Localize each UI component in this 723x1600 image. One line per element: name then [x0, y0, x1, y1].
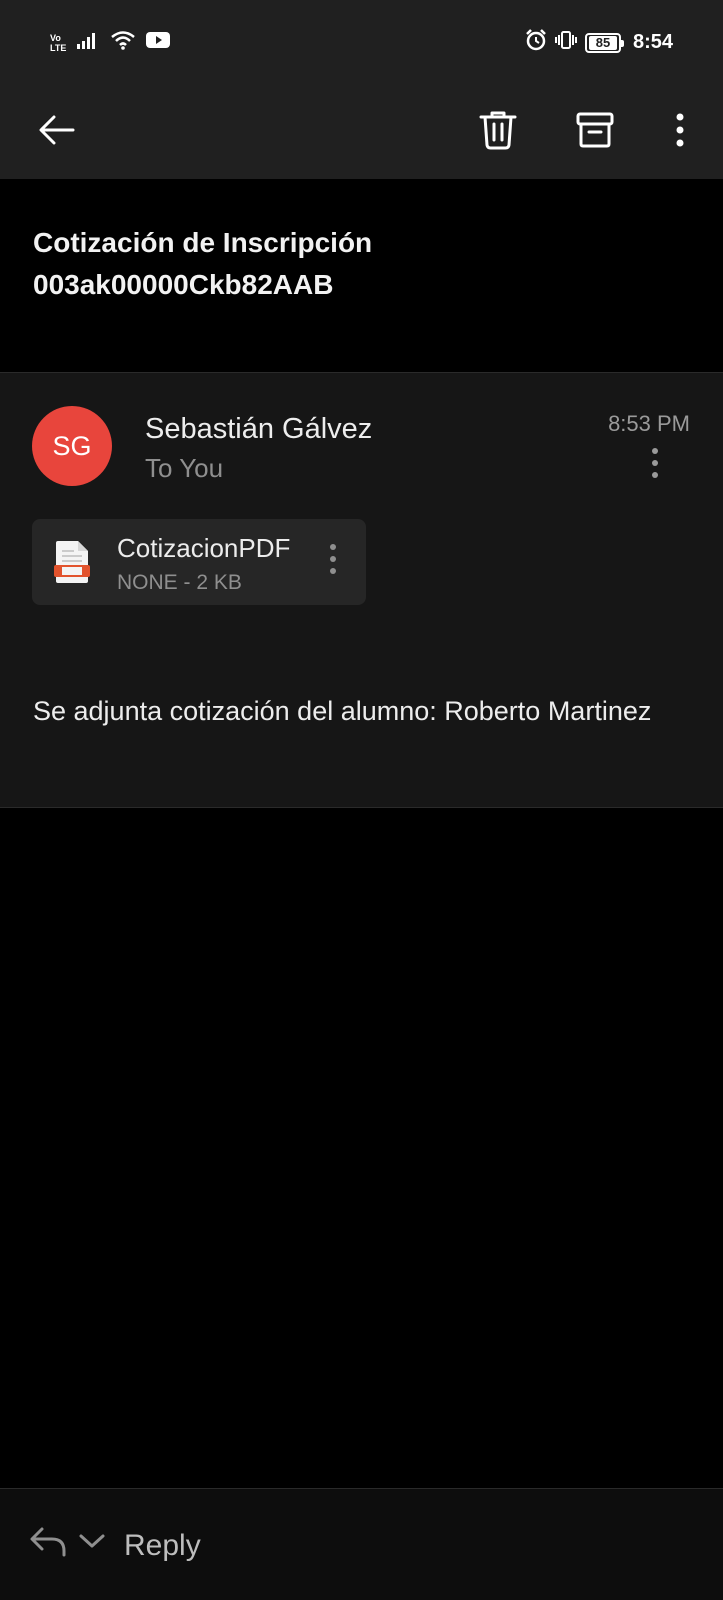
- attachment-more-button[interactable]: [318, 541, 348, 581]
- status-left: Vo LTE: [50, 30, 171, 55]
- youtube-icon: [146, 31, 171, 54]
- status-right: 85 8:54: [525, 29, 673, 56]
- trash-icon: [478, 109, 518, 156]
- recipient-label[interactable]: To You: [145, 453, 223, 484]
- chevron-down-icon[interactable]: [78, 1531, 106, 1556]
- more-vertical-icon: [329, 543, 337, 580]
- status-bar: Vo LTE 85 8:54: [0, 0, 723, 86]
- message-more-button[interactable]: [640, 445, 670, 485]
- signal-icon: [76, 30, 100, 55]
- reply-button[interactable]: Reply: [124, 1529, 201, 1563]
- archive-button[interactable]: [567, 104, 623, 160]
- volte-top: Vo: [50, 32, 61, 43]
- alarm-icon: [525, 29, 547, 56]
- message-card[interactable]: SG Sebastián Gálvez To You 8:53 PM Cotiz…: [0, 372, 723, 808]
- attachment-name: CotizacionPDF: [117, 533, 291, 563]
- back-button[interactable]: [28, 104, 84, 160]
- email-subject: Cotización de Inscripción 003ak00000Ckb8…: [33, 227, 373, 300]
- pdf-file-icon: [52, 539, 92, 590]
- avatar-initials: SG: [52, 430, 92, 461]
- attachment-card[interactable]: CotizacionPDF NONE - 2 KB: [32, 519, 366, 605]
- archive-icon: [576, 111, 614, 154]
- more-vertical-icon: [675, 112, 685, 153]
- sender-avatar[interactable]: SG: [32, 406, 112, 486]
- reply-icon[interactable]: [28, 1525, 68, 1564]
- battery-icon: 85: [584, 32, 624, 53]
- volte-indicator: Vo LTE: [50, 33, 66, 53]
- more-vertical-icon: [651, 447, 659, 484]
- attachment-meta: NONE - 2 KB: [117, 571, 242, 594]
- sender-name[interactable]: Sebastián Gálvez: [145, 413, 372, 446]
- top-toolbar: [0, 86, 723, 179]
- vibrate-icon: [554, 29, 577, 56]
- wifi-icon: [110, 30, 136, 55]
- battery-level: 85: [588, 35, 617, 50]
- status-clock: 8:54: [632, 31, 673, 53]
- delete-button[interactable]: [470, 104, 526, 160]
- back-arrow-icon: [36, 112, 76, 153]
- message-body: Se adjunta cotización del alumno: Robert…: [33, 696, 652, 726]
- message-time: 8:53 PM: [608, 411, 690, 436]
- reply-bar[interactable]: Reply: [0, 1488, 723, 1600]
- more-options-button[interactable]: [652, 104, 708, 160]
- volte-bottom: LTE: [50, 42, 67, 53]
